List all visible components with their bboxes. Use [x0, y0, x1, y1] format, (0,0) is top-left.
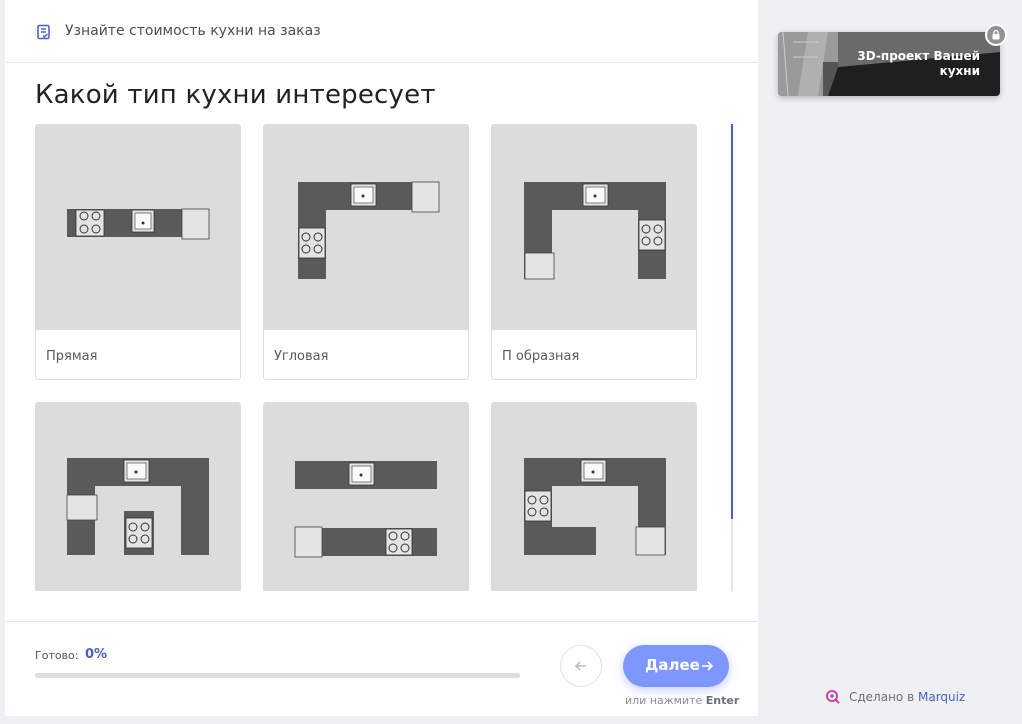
sidebar: 3D-проект Вашей кухни Сделано в Marquiz [758, 0, 1022, 724]
option-thumbnail [264, 403, 468, 591]
parallel-kitchen-icon [294, 461, 437, 558]
next-button-label: Далее [645, 656, 700, 674]
marquiz-logo-icon [825, 689, 841, 705]
option-thumbnail [36, 125, 240, 330]
arrow-right-icon [702, 661, 714, 671]
option-label: П образная [502, 349, 580, 364]
option-card-corner[interactable]: Угловая [263, 124, 469, 380]
option-thumbnail [492, 125, 696, 330]
scrollbar-thumb[interactable] [731, 124, 733, 519]
u-shaped-island-kitchen-icon [66, 458, 209, 555]
option-thumbnail [264, 125, 468, 330]
quiz-header: Узнайте стоимость кухни на заказ [5, 0, 758, 63]
made-with-link[interactable]: Сделано в Marquiz [849, 690, 965, 704]
quiz-footer: Готово: 0% Далее или нажмите Enter [5, 621, 758, 716]
arrow-left-icon [574, 661, 586, 671]
option-card-u-shaped[interactable]: П образная [491, 124, 697, 380]
made-with-brand: Marquiz [917, 690, 966, 704]
option-label: Угловая [274, 349, 329, 364]
option-card-u-island[interactable] [35, 402, 241, 591]
made-with-prefix: Сделано в [849, 690, 915, 704]
document-list-icon [36, 24, 52, 40]
question-title: Какой тип кухни интересует [35, 80, 436, 110]
enter-hint-prefix: или нажмите [625, 694, 703, 707]
promo-3d-project[interactable]: 3D-проект Вашей кухни [778, 32, 1000, 96]
enter-hint: или нажмите Enter [625, 694, 739, 707]
progress-value: 0% [85, 647, 108, 662]
g-shaped-kitchen-icon [524, 458, 666, 556]
next-button[interactable]: Далее [623, 645, 729, 687]
option-thumbnail [492, 403, 696, 591]
option-card-g-shaped[interactable] [491, 402, 697, 591]
u-shaped-kitchen-icon [524, 182, 666, 280]
option-label: Прямая [46, 349, 98, 364]
option-card-straight[interactable]: Прямая [35, 124, 241, 380]
quiz-header-title: Узнайте стоимость кухни на заказ [65, 23, 321, 39]
straight-kitchen-icon [67, 208, 210, 240]
options-grid: Прямая Угловая П образная [35, 124, 715, 591]
progress-bar [35, 673, 520, 678]
option-thumbnail [36, 403, 240, 591]
option-card-parallel[interactable] [263, 402, 469, 591]
quiz-panel: Узнайте стоимость кухни на заказ Какой т… [5, 0, 758, 716]
progress-label: Готово: [35, 649, 79, 662]
back-button[interactable] [560, 645, 602, 687]
corner-kitchen-icon [298, 181, 440, 279]
promo-text: 3D-проект Вашей кухни [857, 49, 980, 78]
enter-hint-key: Enter [705, 694, 740, 707]
lock-icon [985, 24, 1007, 46]
